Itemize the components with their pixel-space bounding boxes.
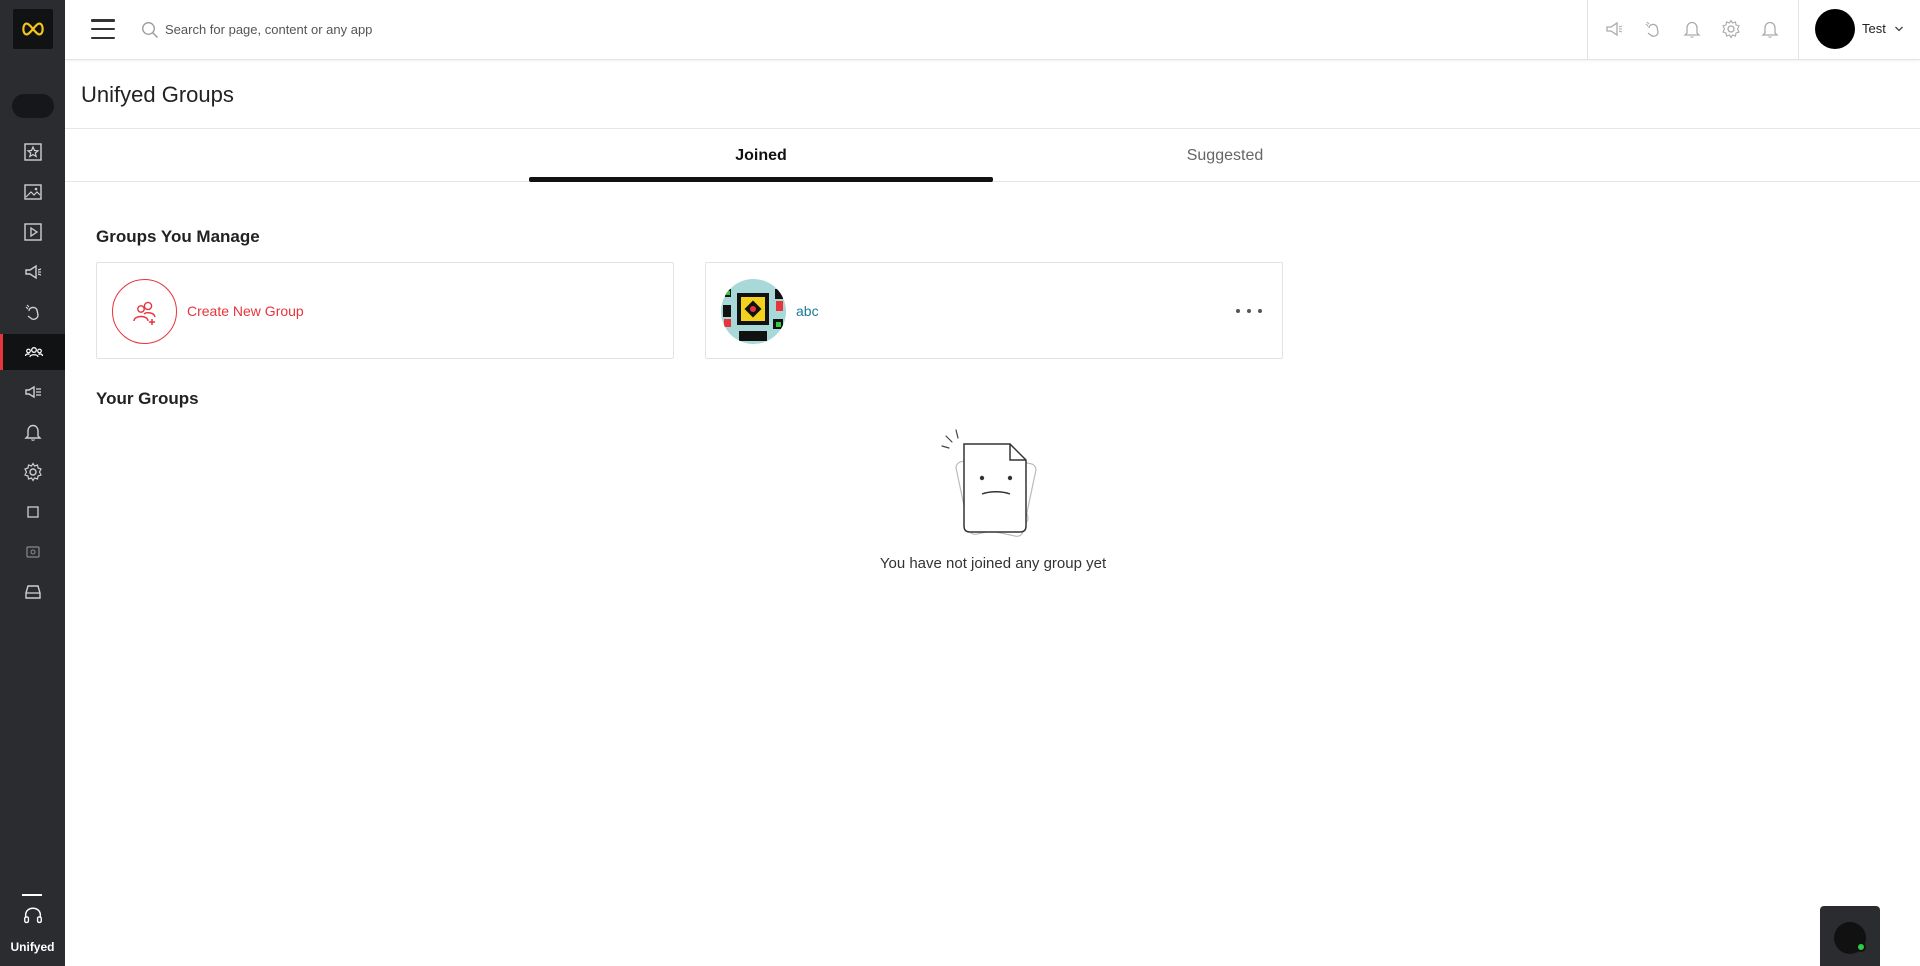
more-options-button[interactable]: [1236, 301, 1262, 321]
topbar-campaigns-button[interactable]: [1602, 17, 1626, 41]
sidebar-item-videos[interactable]: [0, 214, 65, 250]
sidebar-item-favorites[interactable]: [0, 134, 65, 170]
empty-document-illustration: [941, 429, 1037, 537]
empty-state-message: You have not joined any group yet: [879, 555, 1107, 572]
more-dot: [1236, 309, 1240, 313]
hamburger-line: [91, 19, 115, 22]
headset-icon: [24, 907, 42, 924]
hand-wave-icon: [1645, 21, 1659, 37]
chevron-down-icon[interactable]: [1894, 24, 1904, 34]
support-button[interactable]: [20, 904, 46, 928]
megaphone-icon: [1606, 21, 1623, 37]
inbox-icon: [24, 585, 41, 599]
active-tab-indicator: [529, 177, 993, 182]
square-icon: [26, 506, 39, 518]
create-group-card[interactable]: Create New Group: [96, 262, 674, 359]
hamburger-line: [91, 36, 115, 39]
star-icon: [23, 143, 42, 161]
topbar-alerts-button[interactable]: [1758, 17, 1782, 41]
search-icon: [142, 22, 158, 38]
tab-joined[interactable]: Joined: [529, 130, 993, 182]
bell-icon: [1761, 21, 1779, 38]
sidebar-brand-label: Unifyed: [10, 940, 55, 954]
menu-toggle-button[interactable]: [91, 19, 115, 39]
topbar-divider: [1798, 0, 1799, 60]
user-avatar[interactable]: [1815, 9, 1855, 49]
sidebar-item-announcements[interactable]: [0, 374, 65, 410]
user-name[interactable]: Test: [1862, 21, 1886, 36]
more-dot: [1258, 309, 1262, 313]
search-input[interactable]: [165, 16, 665, 42]
sidebar-item-photos[interactable]: [0, 174, 65, 210]
page-title: Unifyed Groups: [81, 82, 234, 107]
chat-widget-button[interactable]: [1820, 906, 1880, 966]
groups-icon: [24, 347, 44, 358]
header-divider: [65, 128, 1920, 129]
video-icon: [23, 223, 42, 241]
top-bar: Test: [65, 0, 1920, 60]
infinity-logo-icon: [22, 22, 44, 36]
app-logo[interactable]: [13, 9, 53, 49]
bell-icon: [23, 424, 42, 441]
image-icon: [23, 184, 42, 200]
sidebar-item-settings[interactable]: [0, 454, 65, 490]
topbar-greetings-button[interactable]: [1641, 17, 1665, 41]
megaphone-icon: [24, 264, 41, 280]
gear-icon: [23, 462, 42, 482]
topbar-settings-button[interactable]: [1719, 17, 1743, 41]
group-name-link[interactable]: abc: [796, 303, 819, 319]
hamburger-line: [91, 27, 115, 31]
left-sidebar: Unifyed: [0, 0, 65, 966]
gear-icon: [1722, 19, 1740, 39]
topbar-divider: [1587, 0, 1588, 60]
more-dot: [1247, 309, 1251, 313]
create-new-group-button[interactable]: Create New Group: [187, 303, 304, 319]
group-image: [721, 279, 786, 344]
sidebar-item-greetings[interactable]: [0, 294, 65, 330]
sidebar-divider: [22, 894, 42, 896]
sidebar-item-blank[interactable]: [0, 494, 65, 530]
bell-icon: [1683, 21, 1701, 38]
sidebar-toggle-pill[interactable]: [12, 94, 54, 118]
group-avatar[interactable]: [721, 279, 786, 344]
topbar-notifications-button[interactable]: [1680, 17, 1704, 41]
online-status-indicator: [1856, 942, 1866, 952]
tab-suggested[interactable]: Suggested: [993, 130, 1457, 182]
add-user-icon: [132, 301, 156, 325]
groups-you-manage-heading: Groups You Manage: [96, 227, 260, 246]
create-group-icon-circle[interactable]: [112, 279, 177, 344]
sidebar-item-notifications[interactable]: [0, 414, 65, 450]
sidebar-item-badges[interactable]: [0, 534, 65, 570]
group-card[interactable]: abc: [705, 262, 1283, 359]
badge-icon: [25, 546, 40, 558]
sidebar-item-groups[interactable]: [0, 334, 65, 370]
sidebar-item-campaigns[interactable]: [0, 254, 65, 290]
announcement-icon: [24, 385, 41, 399]
your-groups-heading: Your Groups: [96, 389, 199, 408]
hand-wave-icon: [25, 304, 39, 320]
sidebar-item-inbox[interactable]: [0, 574, 65, 610]
